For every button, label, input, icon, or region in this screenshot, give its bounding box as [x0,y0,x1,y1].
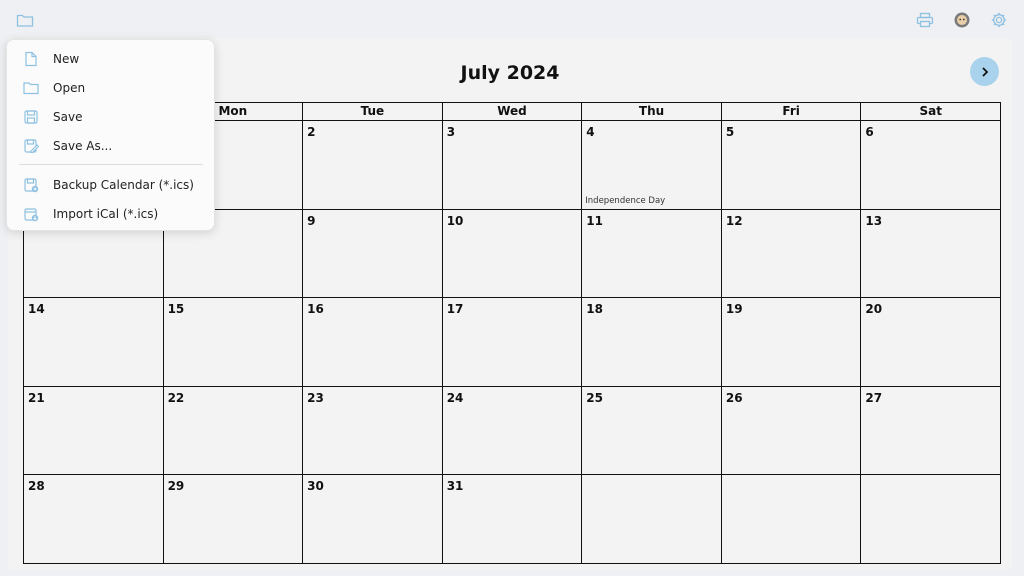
day-cell[interactable]: 16 [303,298,443,387]
day-number: 26 [725,390,743,405]
day-cell[interactable]: 24 [442,386,583,476]
weekday-header: Tue [303,103,443,121]
menu-item-label: Import iCal (*.ics) [53,207,159,221]
next-month-button[interactable] [970,57,999,86]
day-cell[interactable]: 12 [721,209,862,299]
day-number: 21 [28,390,45,405]
day-cell[interactable]: 29 [163,475,304,564]
menu-item-new[interactable]: New [7,46,214,72]
day-cell[interactable]: 15 [163,298,304,387]
day-cell[interactable]: 6 [861,121,1001,210]
day-number: 29 [167,479,185,494]
day-number: 22 [167,390,185,405]
day-number: 15 [167,302,185,317]
menu-item-label: New [53,52,80,66]
backup-calendar-icon [23,177,39,193]
day-cell[interactable]: 31 [442,475,583,564]
day-cell[interactable]: 30 [303,475,443,564]
settings-gear-icon[interactable] [988,9,1010,31]
folder-icon[interactable] [14,9,36,31]
new-file-icon [23,51,39,67]
day-number: 16 [307,302,324,317]
day-cell[interactable]: 18 [582,298,722,387]
day-number: 18 [586,302,603,317]
day-number: 2 [307,125,316,139]
save-icon [23,109,39,125]
day-cell[interactable]: 5 [721,121,862,210]
import-ical-icon [23,206,39,222]
day-cell[interactable]: 3 [442,121,583,210]
day-number: 23 [307,390,324,405]
menu-item-label: Backup Calendar (*.ics) [53,178,194,192]
day-number: 3 [446,125,456,139]
day-number: 4 [586,125,595,139]
day-cell[interactable]: 14 [24,298,164,387]
day-number: 5 [725,125,735,139]
day-number: 19 [725,302,743,317]
menu-separator [19,164,203,165]
day-cell[interactable] [861,475,1001,564]
weekday-header: Wed [442,103,583,121]
folder-open-icon [23,80,39,96]
menu-item-backup-calendar[interactable]: Backup Calendar (*.ics) [7,172,214,198]
save-as-icon [23,138,39,154]
day-number: 28 [28,479,45,494]
day-cell[interactable]: 17 [442,298,583,387]
weekday-header: Fri [721,103,862,121]
day-cell[interactable]: 4 Independence Day [582,121,722,210]
avatar[interactable] [951,9,973,31]
day-cell[interactable]: 25 [582,386,722,476]
weekday-header: Sat [861,103,1001,121]
day-cell[interactable] [582,475,722,564]
day-cell[interactable] [721,475,862,564]
file-menu: New Open Save Save As... Backup Calendar… [6,39,215,231]
day-cell[interactable]: 20 [861,298,1001,387]
day-cell[interactable]: 2 [303,121,443,210]
day-number: 17 [446,302,464,317]
day-cell[interactable]: 22 [163,386,304,476]
menu-item-label: Open [53,81,86,95]
day-cell[interactable]: 11 [582,209,722,299]
menu-item-open[interactable]: Open [7,75,214,101]
day-number: 27 [865,390,883,405]
day-cell[interactable]: 21 [24,386,164,476]
top-toolbar [0,0,1024,38]
day-cell[interactable]: 10 [442,209,583,299]
day-number: 25 [586,390,603,405]
menu-item-label: Save As... [53,139,113,153]
day-number: 24 [446,390,464,405]
day-number: 31 [446,479,464,494]
day-number: 6 [865,125,874,139]
day-cell[interactable]: 27 [861,386,1001,476]
menu-item-label: Save [53,110,83,124]
menu-item-save-as[interactable]: Save As... [7,133,214,159]
day-number: 12 [725,213,743,228]
day-cell[interactable]: 23 [303,386,443,476]
day-number: 20 [865,302,883,317]
printer-icon[interactable] [914,9,936,31]
day-number: 13 [865,213,883,228]
day-cell[interactable]: 19 [721,298,862,387]
day-cell[interactable]: 28 [24,475,164,564]
day-number: 30 [307,479,324,494]
day-cell[interactable]: 13 [861,209,1001,299]
day-number: 11 [586,213,603,228]
day-number: 10 [446,213,464,228]
event-label[interactable]: Independence Day [585,196,665,206]
day-cell[interactable]: 26 [721,386,862,476]
day-cell[interactable]: 9 [303,209,443,299]
menu-item-import-ical[interactable]: Import iCal (*.ics) [7,201,214,227]
weekday-header: Thu [582,103,722,121]
menu-item-save[interactable]: Save [7,104,214,130]
day-number: 14 [28,302,45,317]
day-number: 9 [307,213,316,228]
chevron-right-icon [981,66,988,77]
